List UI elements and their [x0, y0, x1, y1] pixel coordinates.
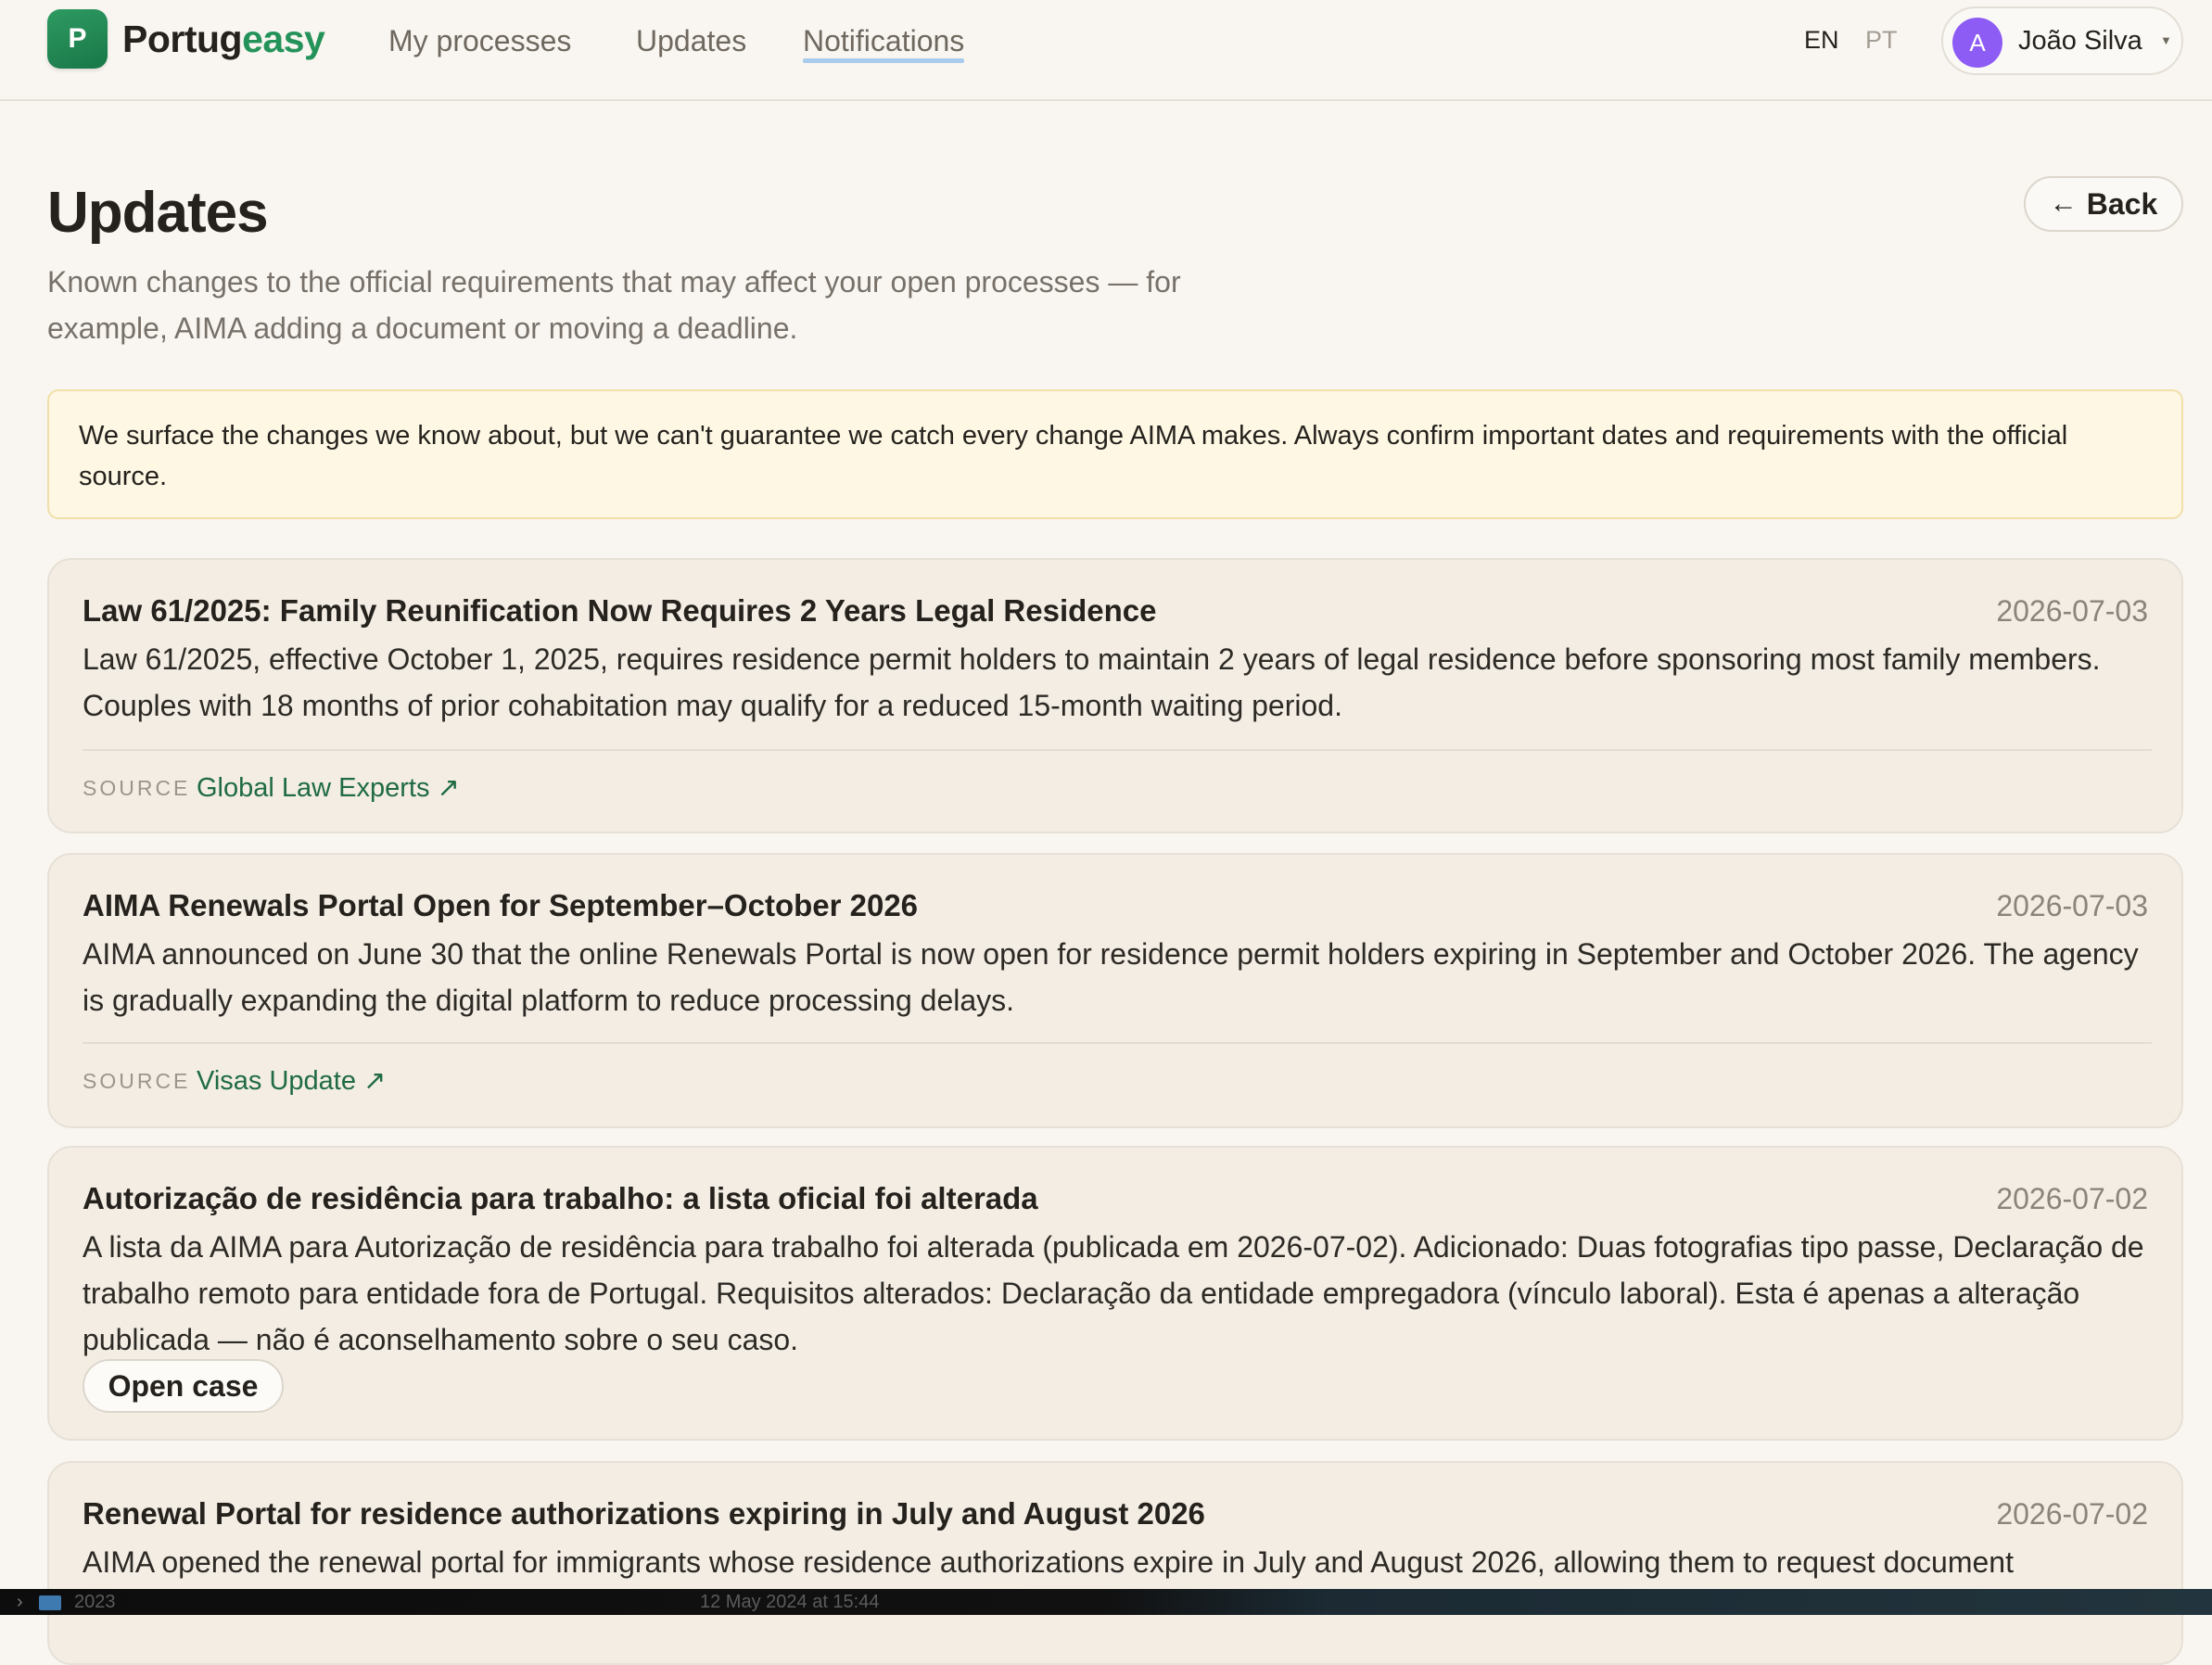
nav-notifications[interactable]: Notifications — [803, 20, 965, 63]
chevron-down-icon: ▼ — [2160, 33, 2172, 47]
language-option-en[interactable]: EN — [1804, 22, 1839, 57]
update-date: 2026-07-02 — [1996, 1182, 2148, 1215]
page-subtitle: Known changes to the official requiremen… — [47, 265, 1181, 345]
update-card: Renewal Portal for residence authorizati… — [47, 1461, 2183, 1665]
update-date: 2026-07-02 — [1996, 1497, 2148, 1531]
user-menu-button[interactable]: A João Silva ▼ — [1941, 6, 2183, 75]
update-body: A lista da AIMA para Autorização de resi… — [83, 1230, 2144, 1356]
source-link[interactable]: Visas Update ↗ — [197, 1062, 386, 1099]
card-divider — [83, 749, 2152, 751]
brand-name-part2: easy — [242, 18, 325, 60]
avatar-initial: A — [1969, 28, 1986, 57]
disclaimer-text: We surface the changes we know about, bu… — [79, 421, 2068, 491]
top-navigation-bar: P Portugeasy My processes Updates Notifi… — [0, 0, 2212, 101]
source-link[interactable]: Global Law Experts ↗ — [197, 769, 460, 807]
user-name: João Silva — [2018, 26, 2142, 56]
update-title: AIMA Renewals Portal Open for September–… — [83, 888, 919, 922]
update-body: Law 61/2025, effective October 1, 2025, … — [83, 642, 2101, 722]
app-logo[interactable]: P — [47, 9, 108, 69]
brand-name[interactable]: Portugeasy — [122, 16, 325, 62]
source-label: SOURCE — [83, 1069, 191, 1093]
taskbar-folder-name[interactable]: 2023 — [74, 1589, 116, 1615]
language-option-pt[interactable]: PT — [1865, 22, 1898, 57]
back-button[interactable]: ← Back — [2024, 176, 2183, 232]
update-card: Law 61/2025: Family Reunification Now Re… — [47, 558, 2183, 833]
update-date: 2026-07-03 — [1996, 889, 2148, 922]
page-title: Updates — [47, 181, 269, 245]
nav-updates[interactable]: Updates — [636, 20, 746, 61]
update-title: Autorização de residência para trabalho:… — [83, 1181, 1038, 1215]
avatar: A — [1952, 18, 2002, 68]
brand-name-part1: Portug — [122, 18, 243, 60]
update-body: AIMA opened the renewal portal for immig… — [83, 1545, 2014, 1579]
disclaimer-banner: We surface the changes we know about, bu… — [47, 389, 2183, 519]
update-title: Renewal Portal for residence authorizati… — [83, 1496, 1205, 1531]
card-divider — [83, 1042, 2152, 1044]
folder-icon — [39, 1595, 61, 1610]
back-button-label: Back — [2086, 186, 2158, 221]
open-case-button[interactable]: Open case — [83, 1359, 284, 1413]
logo-letter: P — [68, 23, 87, 54]
source-label: SOURCE — [83, 776, 191, 800]
update-date: 2026-07-03 — [1996, 594, 2148, 628]
os-taskbar: › 2023 12 May 2024 at 15:44 — [0, 1589, 2212, 1615]
arrow-left-icon: ← — [2049, 188, 2078, 219]
nav-my-processes[interactable]: My processes — [388, 20, 571, 61]
chevron-right-icon[interactable]: › — [17, 1589, 23, 1615]
taskbar-datetime: 12 May 2024 at 15:44 — [700, 1592, 880, 1612]
update-body: AIMA announced on June 30 that the onlin… — [83, 937, 2139, 1017]
update-card: Autorização de residência para trabalho:… — [47, 1146, 2183, 1441]
update-card: AIMA Renewals Portal Open for September–… — [47, 853, 2183, 1128]
update-title: Law 61/2025: Family Reunification Now Re… — [83, 593, 1157, 628]
